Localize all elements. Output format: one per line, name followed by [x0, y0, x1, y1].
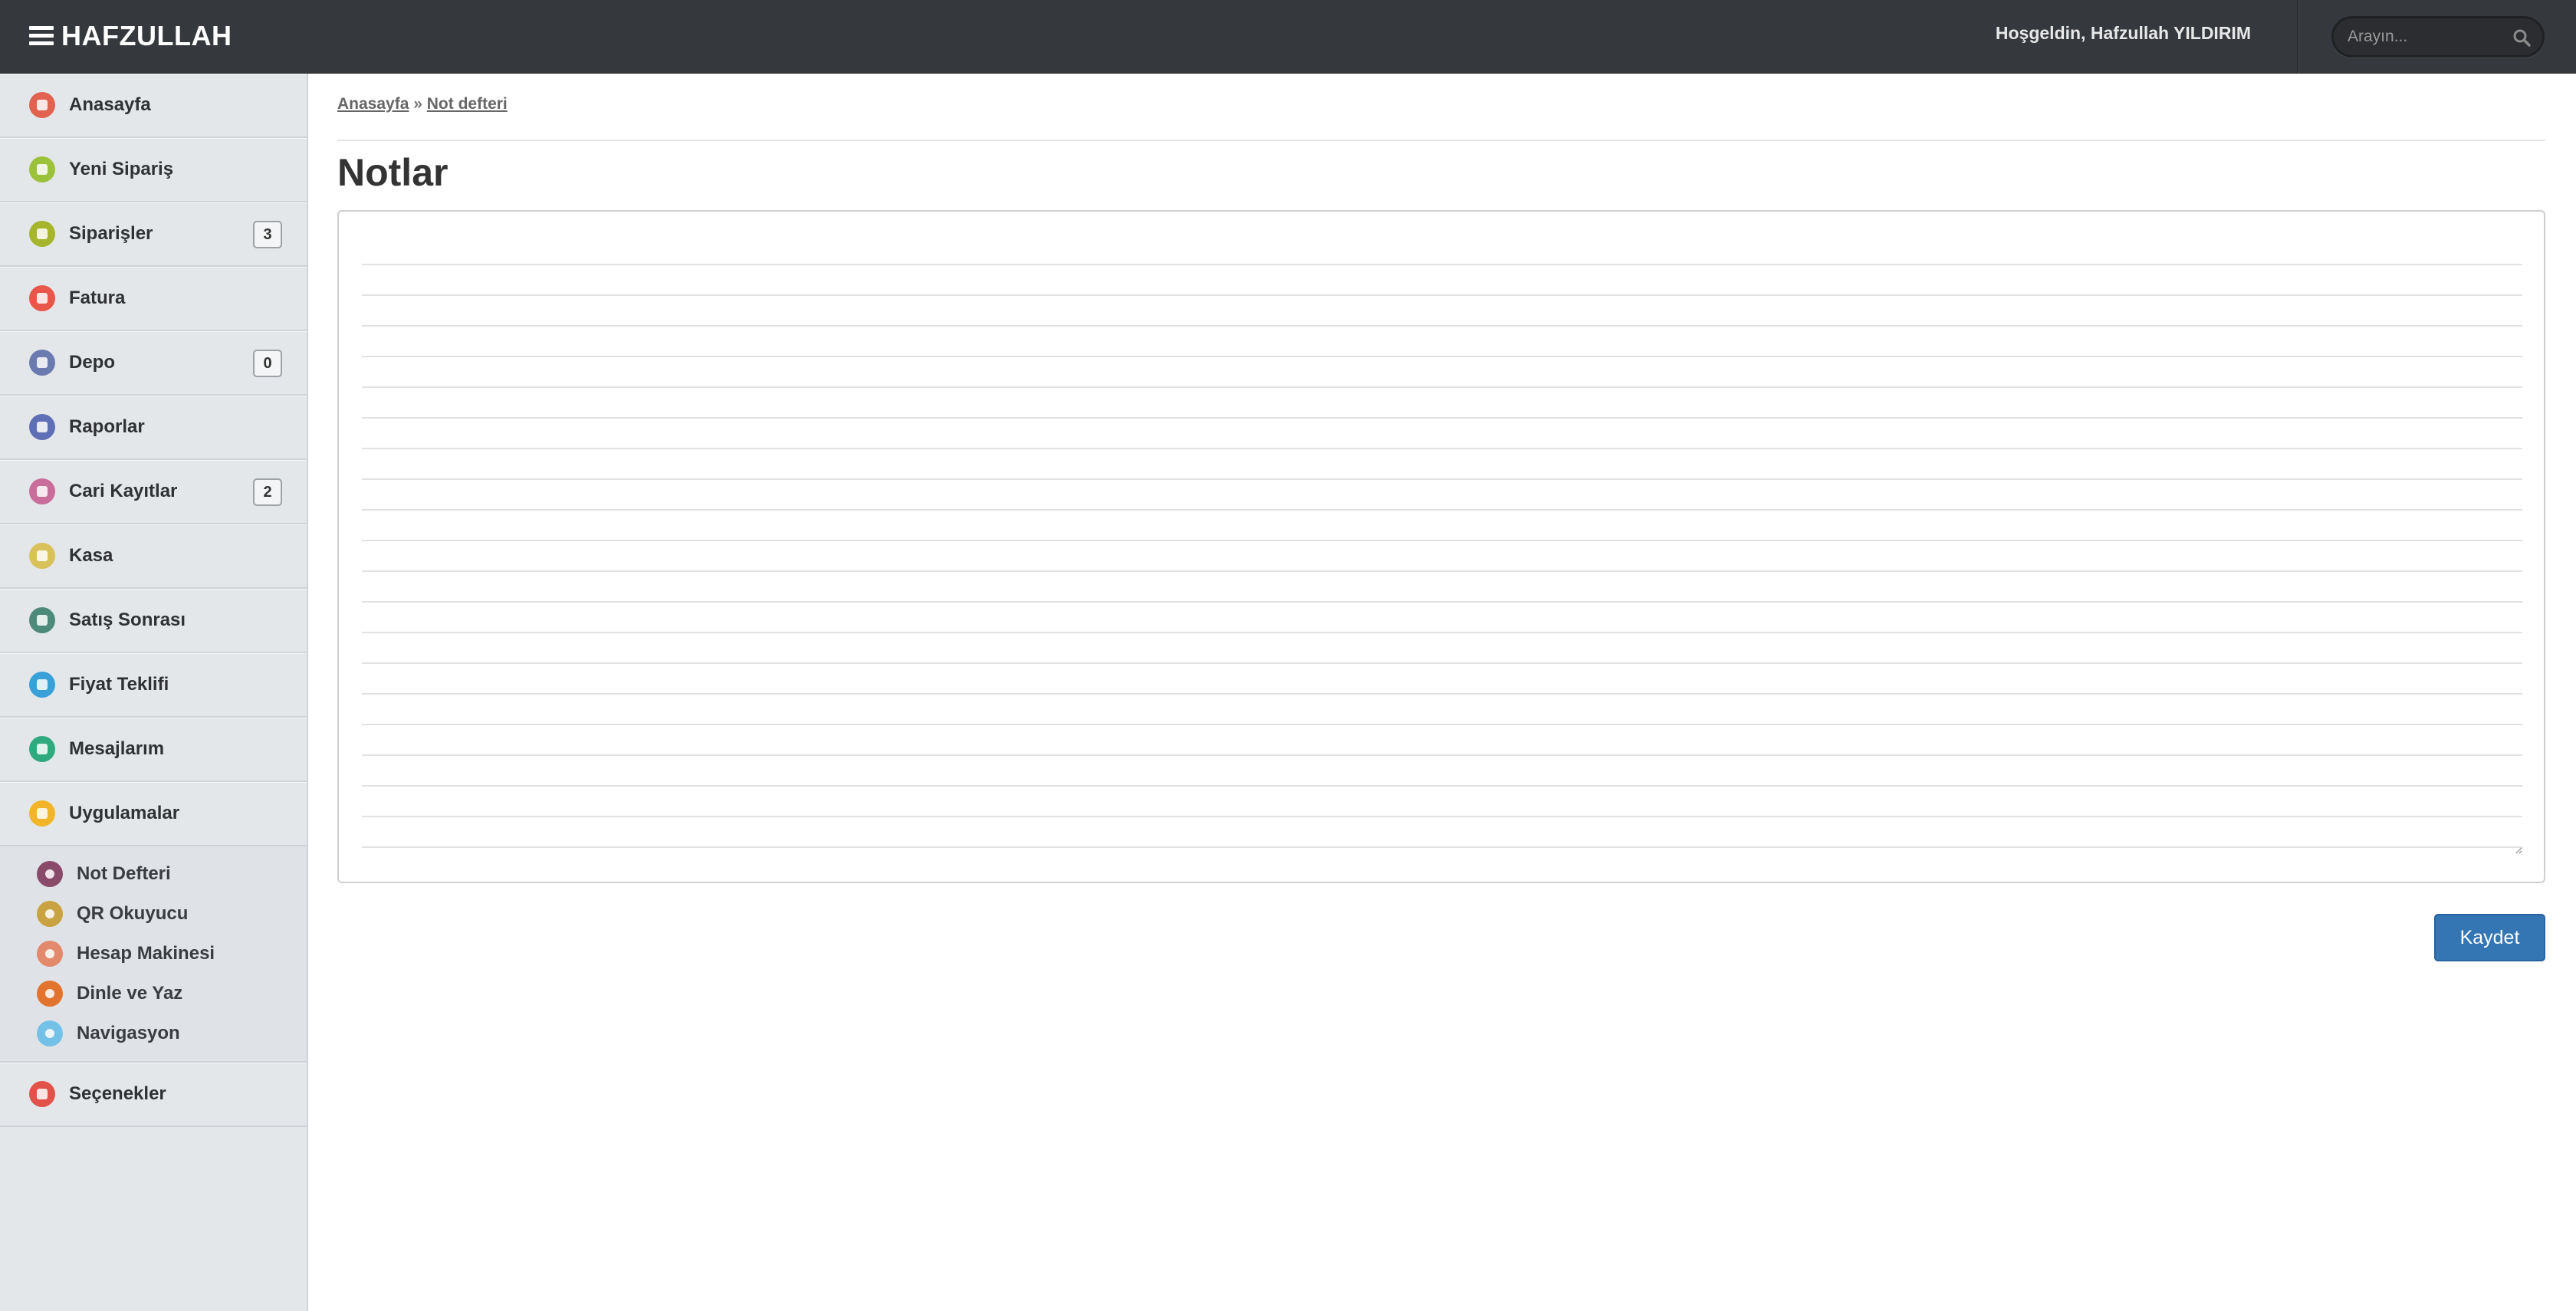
topbar-divider [2297, 0, 2298, 74]
cash-icon [29, 543, 55, 569]
submenu-item-label: Hesap Makinesi [77, 943, 215, 964]
breadcrumb-divider [337, 140, 2545, 141]
sidebar-item-reports[interactable]: Raporlar [0, 396, 307, 460]
submenu-item-notepad[interactable]: Not Defteri [0, 854, 307, 894]
sidebar-item-apps[interactable]: Uygulamalar [0, 782, 307, 846]
search-input[interactable] [2348, 26, 2501, 48]
page-title: Notlar [337, 151, 449, 194]
microphone-icon [37, 981, 63, 1007]
qr-reader-icon [37, 901, 63, 927]
sidebar-item-label: Yeni Sipariş [69, 159, 174, 179]
new-order-icon [29, 156, 55, 182]
warehouse-icon [29, 350, 55, 376]
sidebar-item-label: Uygulamalar [69, 803, 180, 823]
sidebar-options: Seçenekler [0, 1063, 307, 1127]
messages-icon [29, 736, 55, 762]
sidebar-nav: Anasayfa Yeni Sipariş Siparişler 3 Fatura Dep… [0, 74, 307, 846]
submenu-item-label: Not Defteri [77, 863, 171, 884]
notepad-icon [37, 861, 63, 887]
sidebar-item-warehouse[interactable]: Depo 0 [0, 331, 307, 396]
calculator-icon [37, 941, 63, 967]
sidebar-item-label: Raporlar [69, 416, 145, 437]
sidebar-item-label: Anasayfa [69, 94, 151, 115]
orders-icon [29, 221, 55, 247]
sidebar-item-label: Mesajlarım [69, 738, 165, 759]
sidebar-item-label: Fiyat Teklifi [69, 674, 169, 695]
breadcrumb-home-link[interactable]: Anasayfa [337, 95, 409, 113]
sidebar-item-label: Cari Kayıtlar [69, 481, 178, 501]
apps-submenu: Not Defteri QR Okuyucu Hesap Makinesi Dinle… [0, 846, 307, 1063]
submenu-item-microphone[interactable]: Dinle ve Yaz [0, 974, 307, 1014]
sidebar-item-label: Depo [69, 352, 115, 373]
submenu-item-label: Navigasyon [77, 1023, 180, 1043]
apps-icon [29, 800, 55, 826]
navigation-icon [37, 1020, 63, 1046]
sidebar-item-messages[interactable]: Mesajlarım [0, 718, 307, 782]
sidebar-item-label: Kasa [69, 545, 113, 566]
submenu-item-qr-reader[interactable]: QR Okuyucu [0, 894, 307, 934]
submenu-item-label: QR Okuyucu [77, 903, 189, 924]
submenu-item-calculator[interactable]: Hesap Makinesi [0, 934, 307, 974]
menu-icon[interactable] [29, 26, 54, 46]
submenu-item-label: Dinle ve Yaz [77, 983, 183, 1004]
sidebar-item-orders[interactable]: Siparişler 3 [0, 202, 307, 267]
home-icon [29, 92, 55, 118]
count-badge: 3 [253, 221, 282, 248]
search-box[interactable] [2331, 16, 2545, 58]
sidebar-item-label: Fatura [69, 288, 126, 308]
options-icon [29, 1081, 55, 1107]
breadcrumb-current-link[interactable]: Not defteri [427, 95, 508, 113]
sidebar-item-options[interactable]: Seçenekler [0, 1063, 307, 1127]
accounts-icon [29, 478, 55, 504]
sidebar-item-invoice[interactable]: Fatura [0, 267, 307, 331]
quote-icon [29, 672, 55, 698]
count-badge: 2 [253, 478, 282, 506]
sidebar-item-new-order[interactable]: Yeni Sipariş [0, 138, 307, 202]
welcome-text: Hoşgeldin, Hafzullah YILDIRIM [1995, 23, 2251, 43]
sidebar-item-label: Seçenekler [69, 1083, 166, 1104]
sidebar-item-accounts[interactable]: Cari Kayıtlar 2 [0, 460, 307, 524]
note-panel [337, 210, 2545, 883]
count-badge: 0 [253, 350, 282, 377]
sidebar-item-after-sales[interactable]: Satış Sonrası [0, 589, 307, 653]
breadcrumb-separator: » [413, 95, 422, 113]
sidebar: Anasayfa Yeni Sipariş Siparişler 3 Fatura Dep… [0, 74, 308, 1311]
sidebar-item-label: Satış Sonrası [69, 610, 186, 630]
sidebar-item-label: Siparişler [69, 223, 153, 244]
invoice-icon [29, 285, 55, 311]
note-textarea[interactable] [362, 235, 2522, 854]
brand-name: HAFZULLAH [61, 20, 232, 51]
sidebar-item-cash[interactable]: Kasa [0, 524, 307, 589]
brand[interactable]: HAFZULLAH [29, 18, 232, 54]
sidebar-item-quote[interactable]: Fiyat Teklifi [0, 653, 307, 718]
submenu-item-navigation[interactable]: Navigasyon [0, 1014, 307, 1053]
top-bar: HAFZULLAH Hoşgeldin, Hafzullah YILDIRIM [0, 0, 2576, 74]
breadcrumb: Anasayfa » Not defteri [337, 95, 508, 113]
after-sales-icon [29, 607, 55, 633]
search-icon[interactable] [2512, 28, 2532, 48]
reports-icon [29, 414, 55, 440]
sidebar-item-home[interactable]: Anasayfa [0, 74, 307, 138]
save-button[interactable]: Kaydet [2434, 914, 2545, 961]
